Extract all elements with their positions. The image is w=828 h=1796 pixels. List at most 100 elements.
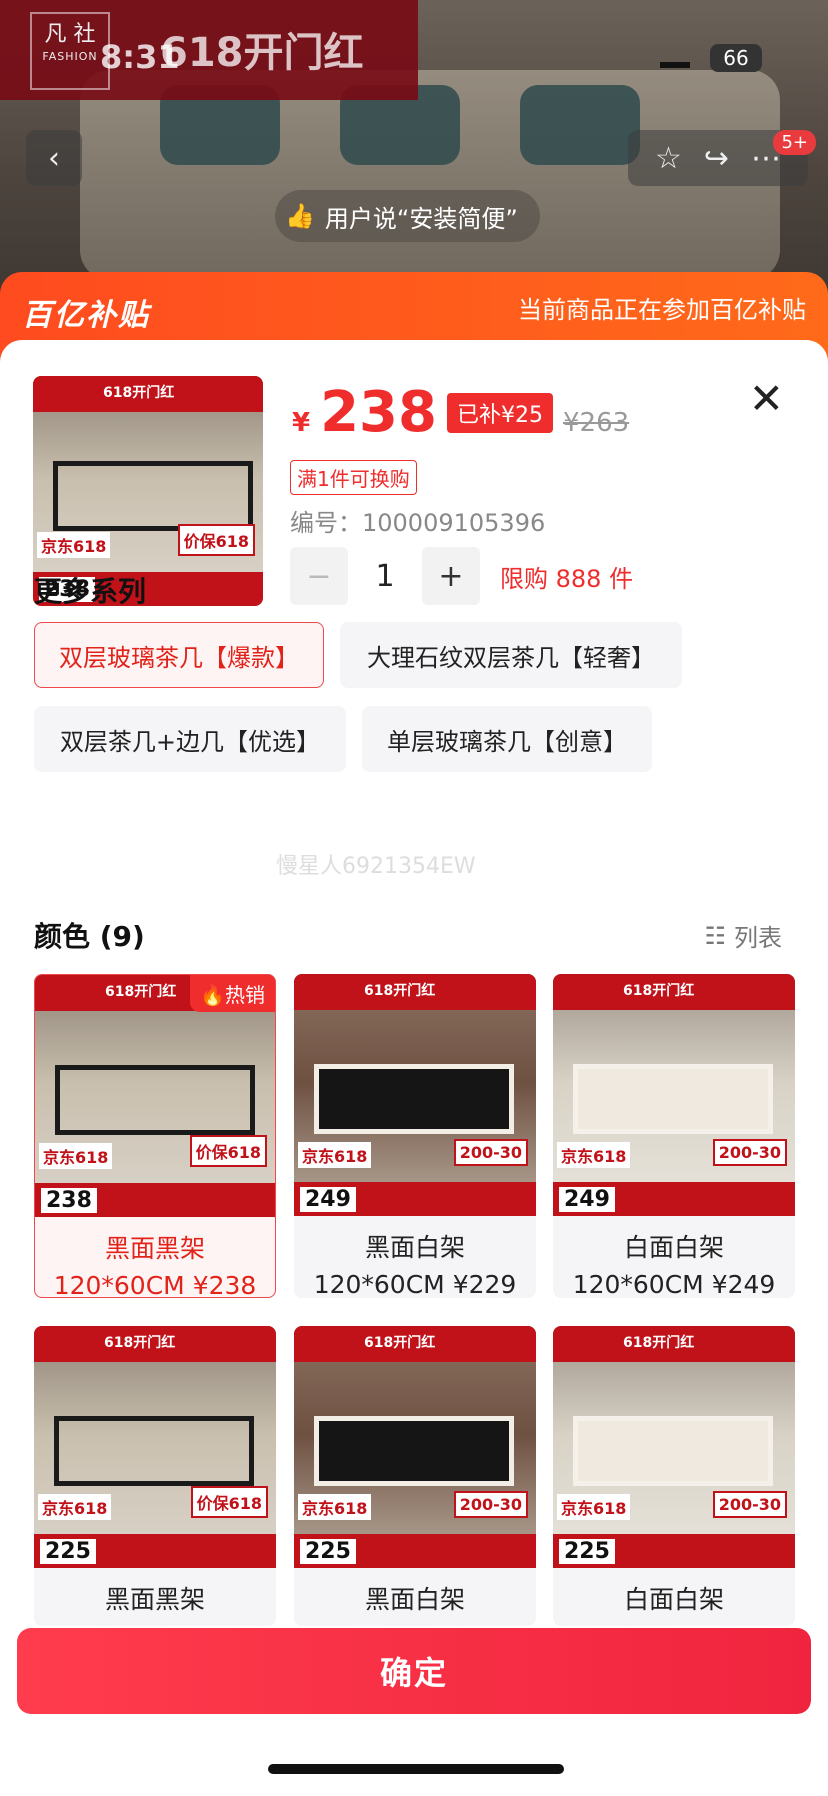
hot-tag: 🔥热销 <box>190 975 275 1012</box>
promo-badge: 价保618 <box>190 1486 268 1518</box>
share-icon[interactable]: ↪ <box>704 141 729 176</box>
status-icons: 66 <box>660 44 762 72</box>
brand-logo: 凡 社 FASHION <box>30 12 110 90</box>
color-name: 白面白架 <box>623 1585 724 1614</box>
color-option-card[interactable]: 618开门红 京东618 200-30 249 白面白架 120*60CM ¥2… <box>553 974 795 1298</box>
image-top-strip: 618开门红 <box>294 1326 536 1362</box>
jd-618-badge: 京东618 <box>298 1142 372 1168</box>
color-option-image: 618开门红 京东618 价保618 225 <box>34 1326 276 1568</box>
fire-icon: 🔥 <box>200 983 225 1007</box>
list-icon: ☷ <box>704 921 726 950</box>
signal-icon <box>660 48 690 68</box>
table-shape <box>573 1416 773 1486</box>
sku-number: 编号：100009105396 <box>290 509 546 537</box>
brand-banner: 凡 社 FASHION 618开门红 <box>0 0 418 100</box>
table-shape <box>314 1416 514 1486</box>
thumb-top-strip: 618开门红 <box>33 376 263 412</box>
battery-icon: 66 <box>710 44 762 72</box>
color-name: 黑面白架 <box>364 1233 465 1262</box>
close-button[interactable]: ✕ <box>749 378 784 420</box>
list-toggle-label: 列表 <box>734 924 782 952</box>
promo-badge: 200-30 <box>453 1139 528 1166</box>
home-indicator[interactable] <box>268 1764 564 1774</box>
status-time: 8:31 <box>100 38 180 76</box>
increase-button[interactable]: + <box>422 547 480 605</box>
decrease-button[interactable]: − <box>290 547 348 605</box>
jd-618-badge: 京东618 <box>557 1494 631 1520</box>
series-title: 更多系列 <box>34 575 147 608</box>
table-shape <box>55 1065 255 1135</box>
pillow-shape <box>520 85 640 165</box>
color-name: 黑面黑架 <box>104 1234 205 1263</box>
more-badge: 5+ <box>773 130 816 155</box>
subsidy-note: 当前商品正在参加百亿补贴 <box>518 296 806 324</box>
current-price: 238 <box>320 380 437 445</box>
brand-promo-text: 618开门红 <box>160 30 364 76</box>
original-price: ¥263 <box>563 408 630 438</box>
color-spec: 120*60CM ¥238 <box>53 1271 257 1298</box>
image-price: 249 <box>559 1187 615 1212</box>
color-option-card[interactable]: 618开门红 京东618 200-30 249 黑面白架 120*60CM ¥2… <box>294 974 536 1298</box>
swap-promo-tag[interactable]: 满1件可换购 <box>290 460 417 495</box>
color-spec: 120*60CM ¥229 <box>313 1270 517 1298</box>
table-shape <box>314 1064 514 1134</box>
color-option-image: 618开门红 京东618 200-30 249 <box>294 974 536 1216</box>
back-button[interactable]: ‹ <box>26 130 82 186</box>
promo-badge: 200-30 <box>712 1139 787 1166</box>
close-icon: ✕ <box>748 374 784 423</box>
quantity-stepper: − 1 + 限购 888 件 <box>290 547 633 605</box>
quantity-value[interactable]: 1 <box>348 559 422 594</box>
series-option[interactable]: 双层茶几+边几【优选】 <box>34 706 346 772</box>
price-protect-badge: 价保618 <box>177 524 255 556</box>
color-name: 黑面黑架 <box>104 1585 205 1614</box>
image-price: 225 <box>40 1539 96 1564</box>
promo-badge: 200-30 <box>712 1491 787 1518</box>
image-top-strip: 618开门红 <box>553 1326 795 1362</box>
list-toggle[interactable]: ☷ 列表 <box>704 918 782 953</box>
image-price: 225 <box>559 1539 615 1564</box>
watermark: 慢星人6921354EW <box>276 854 476 879</box>
color-option-card[interactable]: 🔥热销 618开门红 京东618 价保618 238 黑面黑架 120*60CM… <box>34 974 276 1298</box>
color-option-image: 618开门红 京东618 200-30 249 <box>553 974 795 1216</box>
jd-618-badge: 京东618 <box>39 1143 113 1169</box>
jd-618-badge: 京东618 <box>557 1142 631 1168</box>
image-top-strip: 618开门红 <box>34 1326 276 1362</box>
purchase-limit: 限购 888 件 <box>500 564 634 593</box>
image-price: 249 <box>300 1187 356 1212</box>
color-option-image: 618开门红 京东618 200-30 225 <box>553 1326 795 1568</box>
image-price: 238 <box>41 1188 97 1213</box>
color-option-card[interactable]: 618开门红 京东618 200-30 225 白面白架 <box>553 1326 795 1626</box>
price-row: ¥ 238 已补¥25 ¥263 <box>292 380 629 445</box>
color-title: 颜色 (9) <box>34 920 145 953</box>
image-top-strip: 618开门红 <box>294 974 536 1010</box>
color-option-card[interactable]: 618开门红 京东618 200-30 225 黑面白架 <box>294 1326 536 1626</box>
promo-badge: 价保618 <box>189 1135 267 1167</box>
jd-618-badge: 京东618 <box>38 1494 112 1520</box>
user-review-pill[interactable]: 👍 用户说“安装简便” <box>275 190 540 242</box>
star-icon[interactable]: ☆ <box>655 141 682 176</box>
color-option-image: 618开门红 京东618 200-30 225 <box>294 1326 536 1568</box>
promo-badge: 200-30 <box>453 1491 528 1518</box>
chevron-left-icon: ‹ <box>48 140 60 176</box>
color-name: 白面白架 <box>623 1233 724 1262</box>
jd-618-badge: 京东618 <box>298 1494 372 1520</box>
confirm-button[interactable]: 确定 <box>17 1628 811 1714</box>
image-price: 225 <box>300 1539 356 1564</box>
table-shape <box>573 1064 773 1134</box>
series-option[interactable]: 双层玻璃茶几【爆款】 <box>34 622 324 688</box>
series-option[interactable]: 单层玻璃茶几【创意】 <box>362 706 652 772</box>
currency-symbol: ¥ <box>292 408 311 438</box>
color-name: 黑面白架 <box>364 1585 465 1614</box>
jd-618-badge: 京东618 <box>37 532 111 558</box>
table-shape <box>54 1416 254 1486</box>
user-review-text: 用户说“安装简便” <box>324 204 518 233</box>
subsidy-amount-tag: 已补¥25 <box>447 392 553 433</box>
thumbs-up-icon: 👍 <box>285 202 315 230</box>
series-option[interactable]: 大理石纹双层茶几【轻奢】 <box>340 622 682 688</box>
color-spec: 120*60CM ¥249 <box>572 1270 776 1298</box>
subsidy-logo: 百亿补贴 <box>22 298 150 333</box>
table-shape <box>53 461 253 531</box>
color-option-card[interactable]: 618开门红 京东618 价保618 225 黑面黑架 <box>34 1326 276 1626</box>
image-top-strip: 618开门红 <box>553 974 795 1010</box>
sku-selector-sheet: 618开门红 京东618 价保618 238 ¥ 238 已补¥25 ¥263 … <box>0 340 828 1796</box>
